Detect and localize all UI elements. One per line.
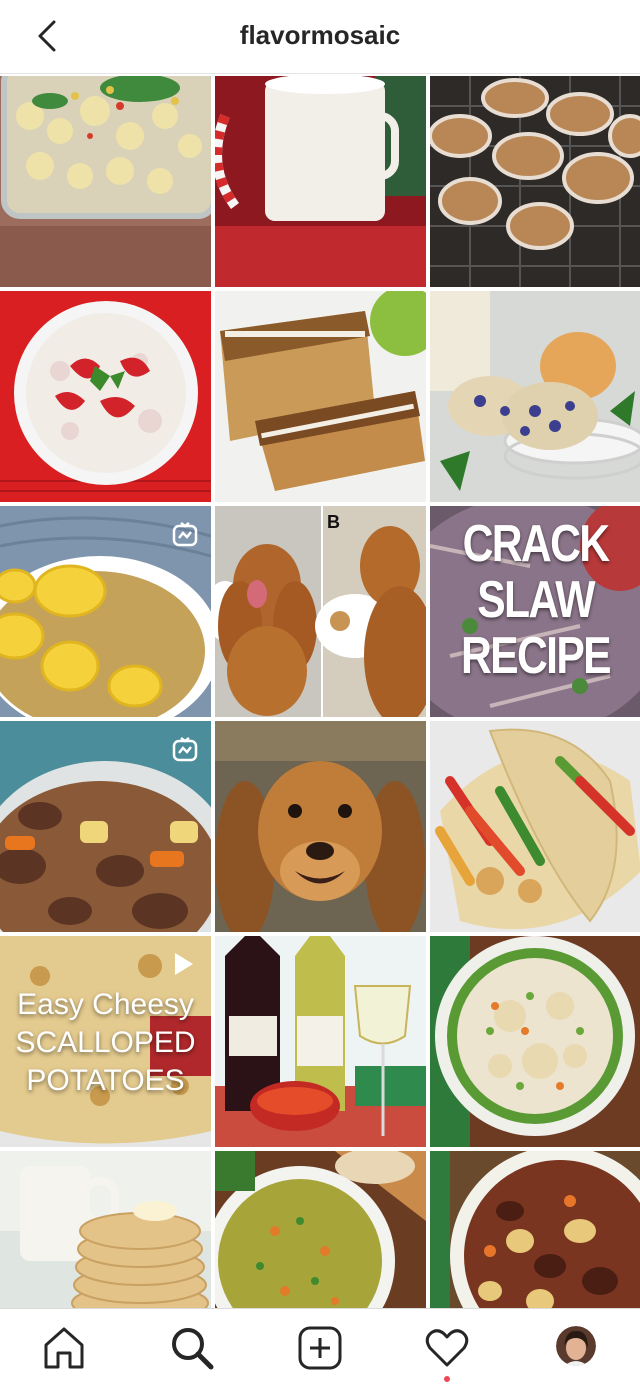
new-post-icon[interactable] [297, 1325, 343, 1371]
post-grid: B CRACK SLAW RECIPE Easy Cheesy SCALLOPE… [0, 76, 640, 1309]
post-tile-blueberry-muffins[interactable] [430, 291, 640, 502]
igtv-icon [172, 737, 198, 762]
post-tile-crinkle-cookies[interactable] [430, 76, 640, 287]
post-tile-dog-portrait[interactable] [215, 721, 426, 932]
activity-notification-dot [444, 1376, 450, 1382]
collage-label: B [327, 512, 340, 532]
post-tile-pancakes[interactable] [0, 1151, 211, 1309]
post-tile-crack-slaw[interactable]: CRACK SLAW RECIPE [430, 506, 640, 717]
heart-icon[interactable] [424, 1325, 470, 1371]
search-icon[interactable] [169, 1325, 215, 1371]
post-tile-strawberry-salad[interactable] [0, 291, 211, 502]
post-tile-beef-stew[interactable] [0, 721, 211, 932]
post-tile-squash-casserole[interactable] [0, 506, 211, 717]
post-tile-coffee-cake[interactable] [215, 291, 426, 502]
overlay-line-2: SCALLOPED [15, 1026, 196, 1059]
top-bar: flavormosaic [0, 0, 640, 74]
post-tile-hot-chocolate[interactable] [215, 76, 426, 287]
overlay-line-1: Easy Cheesy [17, 988, 194, 1021]
overlay-line-3: POTATOES [26, 1064, 185, 1097]
post-tile-scalloped-potatoes[interactable]: Easy Cheesy SCALLOPED POTATOES [0, 936, 211, 1147]
post-tile-split-pea-soup[interactable] [215, 1151, 426, 1309]
post-tile-chicken-dumplings[interactable] [430, 936, 640, 1147]
bottom-tab-bar [0, 1308, 640, 1386]
profile-username: flavormosaic [239, 20, 401, 50]
post-tile-dog-collage[interactable]: B [215, 506, 426, 717]
profile-avatar[interactable] [556, 1326, 596, 1366]
post-tile-wine-salsa[interactable] [215, 936, 426, 1147]
post-tile-beef-potato-stew[interactable] [430, 1151, 640, 1309]
post-tile-pasta-salad[interactable] [0, 76, 211, 287]
scalloped-potatoes-overlay-text: Easy Cheesy SCALLOPED POTATOES [0, 986, 211, 1100]
video-play-icon [175, 953, 193, 975]
igtv-icon [172, 522, 198, 547]
post-tile-fajitas[interactable] [430, 721, 640, 932]
home-icon[interactable] [41, 1325, 87, 1371]
crack-slaw-overlay-text: CRACK SLAW RECIPE [461, 515, 612, 685]
